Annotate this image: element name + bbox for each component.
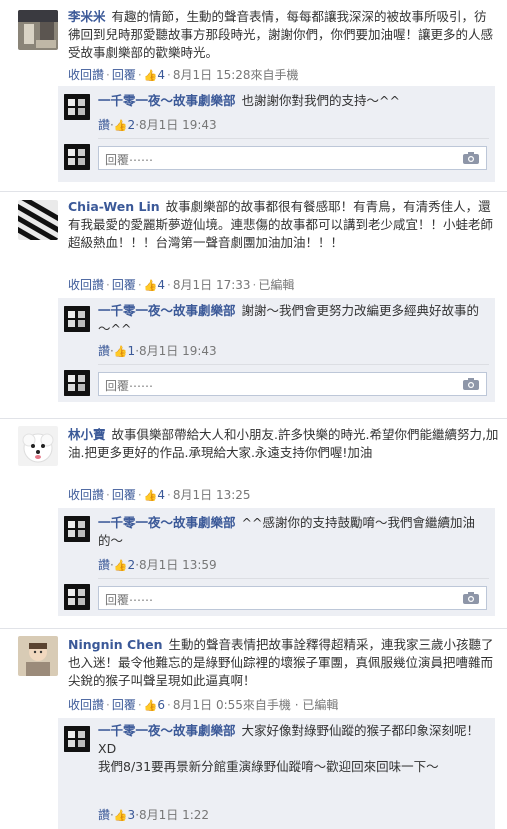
divider <box>98 138 489 139</box>
page-avatar <box>64 584 90 610</box>
comment-body: Ningnin Chen 生動的聲音表情把故事詮釋得超精采，連我家三歲小孩聽了也入… <box>68 636 499 690</box>
comment-4: Ningnin Chen 生動的聲音表情把故事詮釋得超精采，連我家三歲小孩聽了也入… <box>0 630 507 829</box>
author-name[interactable]: 李米米 <box>68 9 106 24</box>
comment-meta: 收回讚 · 回覆 · 👍6 · 8月1日 0:55來自手機 · 已編輯 <box>68 698 339 712</box>
edited-label: 已編輯 <box>258 278 295 292</box>
timestamp[interactable]: 8月1日 1:22 <box>139 808 209 822</box>
comment-source: 來自手機 <box>250 68 299 82</box>
reply-meta: 讚·👍1·8月1日 19:43 <box>98 344 217 358</box>
reply-input[interactable]: 回覆⋯⋯ <box>98 586 487 610</box>
reply-input-row: 回覆⋯⋯ <box>58 370 495 400</box>
reply-placeholder: 回覆⋯⋯ <box>105 593 154 607</box>
reply-thread: 一千零一夜～故事劇樂部 也謝謝你對我們的支持～^^ 讚·👍2·8月1日 19:43… <box>58 86 495 182</box>
reply-input[interactable]: 回覆⋯⋯ <box>98 146 487 170</box>
page-name[interactable]: 一千零一夜～故事劇樂部 <box>98 515 236 530</box>
page-avatar <box>64 144 90 170</box>
page-name[interactable]: 一千零一夜～故事劇樂部 <box>98 93 236 108</box>
page-avatar <box>64 370 90 396</box>
timestamp[interactable]: 8月1日 19:43 <box>139 118 217 132</box>
timestamp[interactable]: 8月1日 13:25 <box>173 488 251 502</box>
camera-icon[interactable] <box>462 151 480 165</box>
avatar[interactable] <box>18 200 58 240</box>
like-count[interactable]: 4 <box>157 488 165 502</box>
comment-meta: 收回讚 · 回覆 · 👍4 · 8月1日 13:25 <box>68 488 251 502</box>
reply-link[interactable]: 回覆 <box>112 278 136 292</box>
comment-meta: 收回讚 · 回覆 · 👍4 · 8月1日 15:28來自手機 <box>68 68 299 82</box>
page-avatar[interactable] <box>64 306 90 332</box>
reply-thread: 一千零一夜～故事劇樂部 ^^感謝你的支持鼓勵唷～我們會繼續加油的～ 讚·👍2·8月… <box>58 508 495 616</box>
reply-body: 一千零一夜～故事劇樂部 大家好像對綠野仙蹤的猴子都印象深刻呢！XD 我們8/31要… <box>98 722 487 776</box>
reply-meta: 讚·👍2·8月1日 19:43 <box>98 118 217 132</box>
like-count[interactable]: 4 <box>157 68 165 82</box>
page-avatar[interactable] <box>64 726 90 752</box>
author-name[interactable]: Chia-Wen Lin <box>68 199 160 214</box>
camera-icon[interactable] <box>462 591 480 605</box>
comment-text: 故事俱樂部帶給大人和小朋友.許多快樂的時光.希望你們能繼續努力,加油.把更多更好… <box>68 427 499 460</box>
avatar[interactable] <box>18 426 58 466</box>
like-link[interactable]: 讚 <box>98 808 110 822</box>
divider <box>98 578 489 579</box>
unlike-link[interactable]: 收回讚 <box>68 698 104 712</box>
reply-link[interactable]: 回覆 <box>112 488 136 502</box>
like-link[interactable]: 讚 <box>98 344 110 358</box>
unlike-link[interactable]: 收回讚 <box>68 68 104 82</box>
timestamp[interactable]: 8月1日 0:55 <box>173 698 243 712</box>
reply-body: 一千零一夜～故事劇樂部 謝謝～我們會更努力改編更多經典好故事的～^^ <box>98 302 487 338</box>
thumbs-up-icon: 👍 <box>143 489 158 502</box>
comment-body: 李米米 有趣的情節，生動的聲音表情，每每都讓我深深的被故事所吸引，彷彿回到兒時那愛… <box>68 8 499 62</box>
thumbs-up-icon: 👍 <box>113 809 128 822</box>
comment-2: Chia-Wen Lin 故事劇樂部的故事都很有餐感耶！有青鳥，有清秀佳人，還有我… <box>0 192 507 410</box>
comment-text: 有趣的情節，生動的聲音表情，每每都讓我深深的被故事所吸引，彷彿回到兒時那愛聽故事… <box>68 9 494 60</box>
author-name[interactable]: 林小寶 <box>68 427 106 442</box>
comments-page: 李米米 有趣的情節，生動的聲音表情，每每都讓我深深的被故事所吸引，彷彿回到兒時那愛… <box>0 0 507 829</box>
author-name[interactable]: Ningnin Chen <box>68 637 162 652</box>
like-count[interactable]: 6 <box>157 698 165 712</box>
reply-thread: 一千零一夜～故事劇樂部 謝謝～我們會更努力改編更多經典好故事的～^^ 讚·👍1·8… <box>58 298 495 402</box>
reply-placeholder: 回覆⋯⋯ <box>105 153 154 167</box>
reply-input-row: 回覆⋯⋯ <box>58 144 495 174</box>
separator <box>0 418 507 419</box>
reply-link[interactable]: 回覆 <box>112 698 136 712</box>
avatar[interactable] <box>18 636 58 676</box>
page-avatar[interactable] <box>64 516 90 542</box>
like-link[interactable]: 讚 <box>98 118 110 132</box>
timestamp[interactable]: 8月1日 19:43 <box>139 344 217 358</box>
reply-input[interactable]: 回覆⋯⋯ <box>98 372 487 396</box>
timestamp[interactable]: 8月1日 15:28 <box>173 68 251 82</box>
unlike-link[interactable]: 收回讚 <box>68 488 104 502</box>
thumbs-up-icon: 👍 <box>143 69 158 82</box>
page-name[interactable]: 一千零一夜～故事劇樂部 <box>98 303 236 318</box>
thumbs-up-icon: 👍 <box>143 279 158 292</box>
like-link[interactable]: 讚 <box>98 558 110 572</box>
avatar[interactable] <box>18 10 58 50</box>
reply-meta: 讚·👍2·8月1日 13:59 <box>98 558 217 572</box>
reply-link[interactable]: 回覆 <box>112 68 136 82</box>
thumbs-up-icon: 👍 <box>113 559 128 572</box>
reply-meta: 讚·👍3·8月1日 1:22 <box>98 808 210 822</box>
timestamp[interactable]: 8月1日 13:59 <box>139 558 217 572</box>
page-avatar[interactable] <box>64 94 90 120</box>
reply-body: 一千零一夜～故事劇樂部 也謝謝你對我們的支持～^^ <box>98 92 487 110</box>
timestamp[interactable]: 8月1日 17:33 <box>173 278 251 292</box>
comment-3: 林小寶 故事俱樂部帶給大人和小朋友.許多快樂的時光.希望你們能繼續努力,加油.把更… <box>0 420 507 624</box>
reply-thread: 一千零一夜～故事劇樂部 大家好像對綠野仙蹤的猴子都印象深刻呢！XD 我們8/31要… <box>58 718 495 829</box>
thumbs-up-icon: 👍 <box>143 699 158 712</box>
comment-body: Chia-Wen Lin 故事劇樂部的故事都很有餐感耶！有青鳥，有清秀佳人，還有我… <box>68 198 499 252</box>
comment-body: 林小寶 故事俱樂部帶給大人和小朋友.許多快樂的時光.希望你們能繼續努力,加油.把更… <box>68 426 499 462</box>
unlike-link[interactable]: 收回讚 <box>68 278 104 292</box>
thumbs-up-icon: 👍 <box>113 345 128 358</box>
camera-icon[interactable] <box>462 377 480 391</box>
divider <box>98 364 489 365</box>
comment-source: 來自手機 · 已編輯 <box>242 698 339 712</box>
reply-input-row: 回覆⋯⋯ <box>58 584 495 614</box>
reply-placeholder: 回覆⋯⋯ <box>105 379 154 393</box>
comment-1: 李米米 有趣的情節，生動的聲音表情，每每都讓我深深的被故事所吸引，彷彿回到兒時那愛… <box>0 0 507 192</box>
comment-meta: 收回讚 · 回覆 · 👍4 · 8月1日 17:33 · 已編輯 <box>68 278 295 292</box>
separator <box>0 628 507 629</box>
like-count[interactable]: 4 <box>157 278 165 292</box>
reply-body: 一千零一夜～故事劇樂部 ^^感謝你的支持鼓勵唷～我們會繼續加油的～ <box>98 514 487 550</box>
page-name[interactable]: 一千零一夜～故事劇樂部 <box>98 723 236 738</box>
thumbs-up-icon: 👍 <box>113 119 128 132</box>
reply-text: 也謝謝你對我們的支持～^^ <box>241 93 400 108</box>
